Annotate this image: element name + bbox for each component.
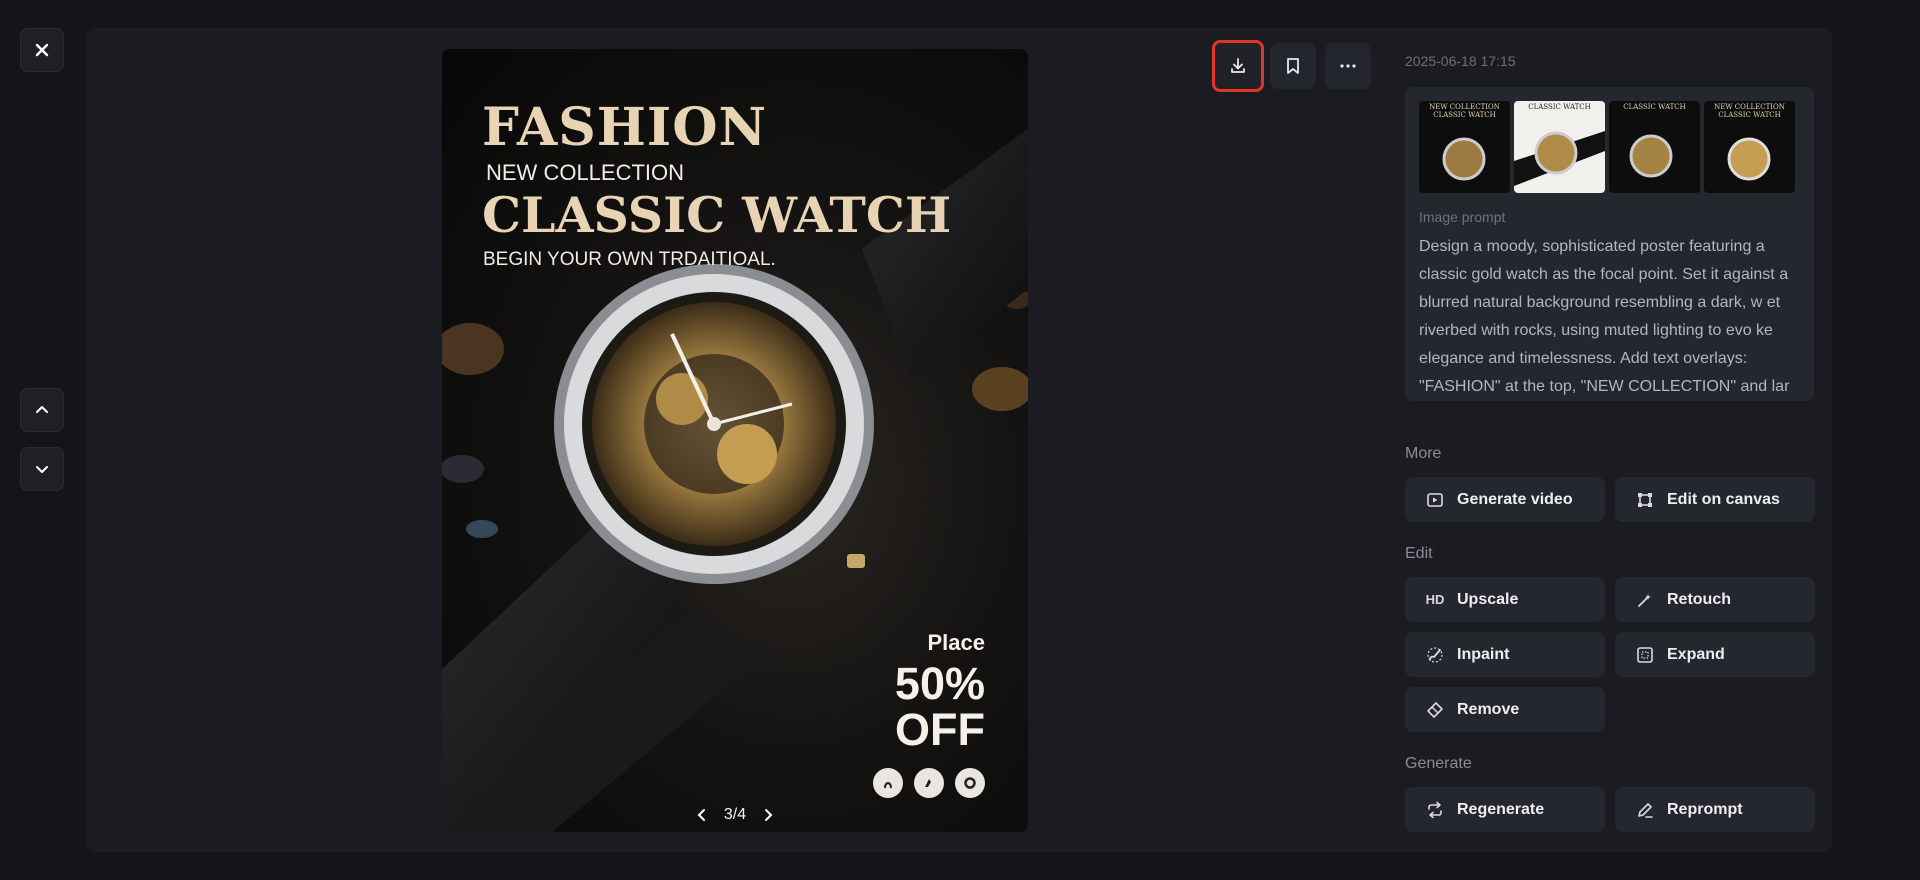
eraser-icon [1425, 700, 1445, 720]
download-button[interactable] [1212, 40, 1264, 92]
bookmark-icon [1287, 58, 1299, 74]
repeat-icon [1425, 800, 1445, 820]
poster-promo-place: Place [927, 630, 986, 655]
remove-button[interactable]: Remove [1405, 687, 1605, 732]
download-icon [1231, 58, 1245, 73]
poster-promo-percent: 50% [894, 658, 985, 709]
inpaint-button[interactable]: Inpaint [1405, 632, 1605, 677]
prompt-text: Design a moody, sophisticated poster fea… [1419, 238, 1790, 395]
edit-on-canvas-button[interactable]: Edit on canvas [1615, 477, 1815, 522]
generate-video-label: Generate video [1457, 490, 1573, 508]
regenerate-label: Regenerate [1457, 800, 1545, 818]
prompt-label: Image prompt [1419, 209, 1506, 225]
generated-poster-image: FASHION NEW COLLECTION CLASSIC WATCH BEG… [442, 49, 1028, 832]
poster-headline: CLASSIC WATCH [482, 186, 952, 244]
section-label-generate: Generate [1405, 755, 1472, 772]
next-image-button[interactable] [20, 447, 64, 491]
pager-next-button[interactable] [762, 808, 774, 822]
image-pager: 3/4 [442, 806, 1028, 824]
pager-previous-button[interactable] [696, 808, 708, 822]
poster-social-icons [873, 768, 985, 798]
brush-icon [1425, 645, 1445, 665]
reprompt-label: Reprompt [1667, 800, 1743, 818]
creation-timestamp: 2025-06-18 17:15 [1405, 53, 1516, 69]
prompt-card: NEW COLLECTION CLASSIC WATCH CLASSIC WAT… [1405, 87, 1814, 401]
thumbnail-4[interactable]: NEW COLLECTION CLASSIC WATCH [1704, 101, 1795, 193]
poster-tagline: BEGIN YOUR OWN TRDAITIOAL. [483, 249, 776, 270]
inpaint-label: Inpaint [1457, 645, 1510, 663]
retouch-label: Retouch [1667, 590, 1731, 608]
edit-on-canvas-label: Edit on canvas [1667, 490, 1780, 508]
reprompt-button[interactable]: Reprompt [1615, 787, 1815, 832]
upscale-label: Upscale [1457, 590, 1519, 608]
thumbnail-1[interactable]: NEW COLLECTION CLASSIC WATCH [1419, 101, 1510, 193]
section-label-more: More [1405, 445, 1442, 462]
close-icon [35, 43, 49, 57]
expand-icon [1635, 645, 1655, 665]
social-icon-3 [955, 768, 985, 798]
chevron-right-icon [765, 809, 773, 821]
upscale-button[interactable]: HD Upscale [1405, 577, 1605, 622]
bookmark-button[interactable] [1270, 43, 1316, 89]
social-icon-1 [873, 768, 903, 798]
section-label-edit: Edit [1405, 545, 1433, 562]
generate-video-button[interactable]: Generate video [1405, 477, 1605, 522]
poster-promo-off: OFF [895, 704, 985, 755]
previous-image-button[interactable] [20, 388, 64, 432]
close-button[interactable] [20, 28, 64, 72]
poster-title: FASHION [482, 97, 768, 158]
hd-icon: HD [1425, 592, 1445, 607]
chevron-down-icon [36, 466, 48, 473]
retouch-button[interactable]: Retouch [1615, 577, 1815, 622]
expand-button[interactable]: Expand [1615, 632, 1815, 677]
chevron-up-icon [36, 406, 48, 413]
chevron-left-icon [697, 809, 705, 821]
social-icon-2 [914, 768, 944, 798]
more-options-button[interactable] [1325, 43, 1371, 89]
expand-label: Expand [1667, 645, 1725, 663]
pager-count: 3/4 [723, 806, 747, 823]
more-dots-icon [1340, 64, 1356, 68]
poster-subtitle: NEW COLLECTION [486, 160, 685, 185]
thumbnail-3[interactable]: CLASSIC WATCH [1609, 101, 1700, 193]
remove-label: Remove [1457, 700, 1520, 718]
magic-wand-icon [1635, 590, 1655, 610]
canvas-frame-icon [1635, 490, 1655, 510]
video-play-icon [1425, 490, 1445, 510]
thumbnail-2[interactable]: CLASSIC WATCH [1514, 101, 1605, 193]
regenerate-button[interactable]: Regenerate [1405, 787, 1605, 832]
pencil-icon [1635, 800, 1655, 820]
thumbnail-strip: NEW COLLECTION CLASSIC WATCH CLASSIC WAT… [1419, 101, 1795, 193]
